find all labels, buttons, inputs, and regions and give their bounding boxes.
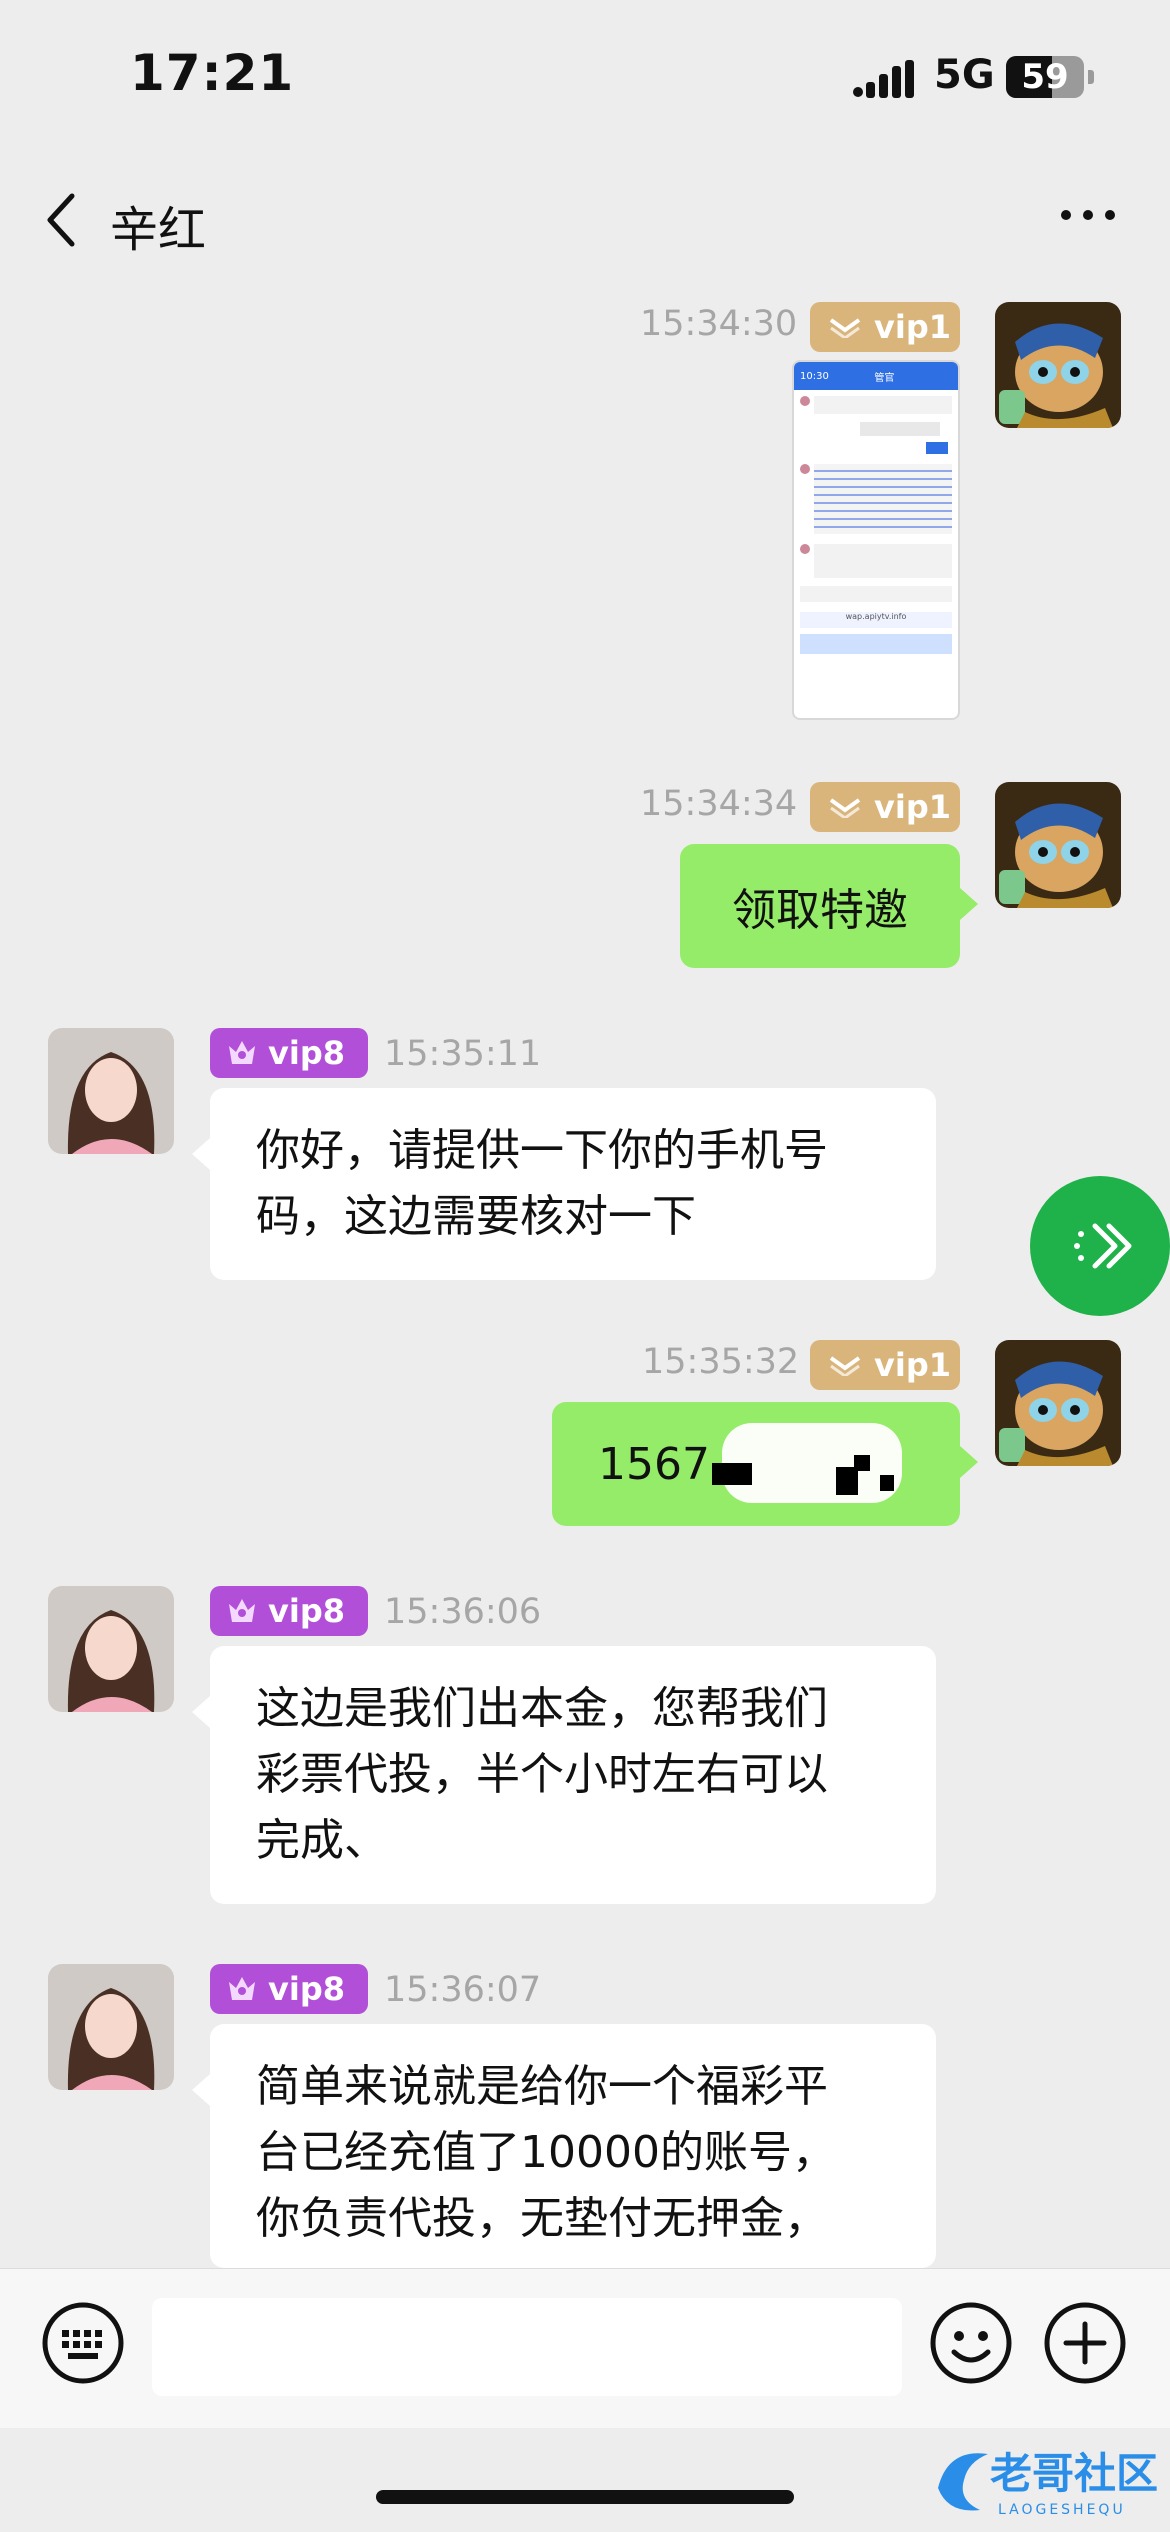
- battery-level: 59: [1021, 57, 1069, 97]
- message-line: 这边是我们出本金，您帮我们: [256, 1683, 828, 1734]
- message-line: 简单来说就是给你一个福彩平: [256, 2061, 828, 2112]
- image-message[interactable]: 10:30 管官 wap.apiytv.info: [792, 360, 960, 720]
- vip-badge: vip1: [810, 782, 960, 832]
- vip-chevron-icon: [829, 318, 861, 338]
- battery-tip: [1088, 70, 1094, 84]
- bubble-tail: [960, 888, 978, 920]
- screenshot-title: 管官: [874, 372, 895, 384]
- screenshot-header: 10:30 管官: [794, 362, 958, 390]
- bubble-tail: [960, 1446, 978, 1478]
- vip-crown-icon: [229, 1599, 255, 1622]
- message-input[interactable]: [152, 2298, 902, 2396]
- my-avatar[interactable]: [995, 302, 1121, 428]
- message-timestamp: 15:35:32: [642, 1342, 800, 1382]
- my-avatar[interactable]: [995, 782, 1121, 908]
- message-line: 你好，请提供一下你的手机号: [256, 1125, 828, 1176]
- battery-icon: 59: [1006, 56, 1084, 98]
- screenshot-time: 10:30: [800, 370, 829, 382]
- dragon-logo-icon: 老哥社区 LAOGESHEQU: [938, 2449, 1158, 2518]
- vip-badge-label: vip8: [268, 1034, 345, 1072]
- back-icon[interactable]: [40, 190, 84, 250]
- message-timestamp: 15:36:06: [384, 1592, 542, 1632]
- vip-badge: vip8: [210, 1586, 368, 1636]
- message-text: 领取特邀: [732, 885, 908, 936]
- message-timestamp: 15:34:30: [640, 304, 798, 344]
- message-bubble-theirs[interactable]: 简单来说就是给你一个福彩平 台已经充值了10000的账号， 你负责代投，无垫付无…: [210, 2024, 936, 2268]
- my-avatar[interactable]: [995, 1340, 1121, 1466]
- woman-avatar-icon: [48, 1586, 174, 1712]
- more-icon[interactable]: [1058, 200, 1118, 230]
- bubble-tail: [192, 1138, 210, 1170]
- message-timestamp: 15:34:34: [640, 784, 798, 824]
- vip-badge-label: vip1: [874, 788, 951, 826]
- vip-crown-icon: [229, 1977, 255, 2000]
- screenshot-url: wap.apiytv.info: [800, 612, 952, 628]
- vip-badge: vip8: [210, 1964, 368, 2014]
- message-line: 彩票代投，半个小时左右可以: [256, 1749, 828, 1800]
- home-indicator: [376, 2490, 794, 2504]
- woman-avatar-icon: [48, 1964, 174, 2090]
- watermark-logo: 老哥社区 LAOGESHEQU: [928, 2428, 1168, 2528]
- cat-avatar-icon: [995, 782, 1121, 908]
- network-type: 5G: [934, 52, 995, 98]
- emoji-icon[interactable]: [928, 2300, 1014, 2386]
- svg-text:LAOGESHEQU: LAOGESHEQU: [998, 2502, 1126, 2518]
- screenshot-body: wap.apiytv.info: [794, 390, 958, 660]
- keyboard-icon[interactable]: [40, 2300, 126, 2386]
- message-bubble-mine[interactable]: 领取特邀: [680, 844, 960, 968]
- cat-avatar-icon: [995, 302, 1121, 428]
- vip-badge-label: vip8: [268, 1592, 345, 1630]
- vip-chevron-icon: [829, 798, 861, 818]
- message-line: 台已经充值了10000的账号，: [256, 2127, 836, 2178]
- chat-title: 辛红: [110, 202, 207, 258]
- vip-badge: vip1: [810, 302, 960, 352]
- status-time: 17:21: [130, 44, 295, 102]
- svg-text:老哥社区: 老哥社区: [990, 2449, 1158, 2498]
- signal-icon: [853, 60, 914, 98]
- vip-badge: vip8: [210, 1028, 368, 1078]
- message-line: 你负责代投，无垫付无押金，: [256, 2193, 828, 2244]
- double-chevron-icon: [1074, 1223, 1132, 1269]
- vip-crown-icon: [229, 1041, 255, 1064]
- woman-avatar-icon: [48, 1028, 174, 1154]
- message-timestamp: 15:36:07: [384, 1970, 542, 2010]
- message-line: 完成、: [256, 1815, 388, 1866]
- message-bubble-mine[interactable]: 1567: [552, 1402, 960, 1526]
- message-timestamp: 15:35:11: [384, 1034, 542, 1074]
- message-bubble-theirs[interactable]: 这边是我们出本金，您帮我们 彩票代投，半个小时左右可以 完成、: [210, 1646, 936, 1904]
- bubble-tail: [192, 1696, 210, 1728]
- message-bubble-theirs[interactable]: 你好，请提供一下你的手机号 码，这边需要核对一下: [210, 1088, 936, 1280]
- cat-avatar-icon: [995, 1340, 1121, 1466]
- vip-chevron-icon: [829, 1356, 861, 1376]
- redaction-mark: [711, 1423, 902, 1503]
- vip-badge: vip1: [810, 1340, 960, 1390]
- contact-avatar[interactable]: [48, 1028, 174, 1154]
- contact-avatar[interactable]: [48, 1586, 174, 1712]
- floating-action-button[interactable]: [1030, 1176, 1170, 1316]
- message-line: 码，这边需要核对一下: [256, 1191, 696, 1242]
- plus-icon[interactable]: [1042, 2300, 1128, 2386]
- vip-badge-label: vip1: [874, 1346, 951, 1384]
- vip-badge-label: vip1: [874, 308, 951, 346]
- contact-avatar[interactable]: [48, 1964, 174, 2090]
- vip-badge-label: vip8: [268, 1970, 345, 2008]
- message-text: 1567: [598, 1438, 710, 1490]
- bubble-tail: [192, 2074, 210, 2106]
